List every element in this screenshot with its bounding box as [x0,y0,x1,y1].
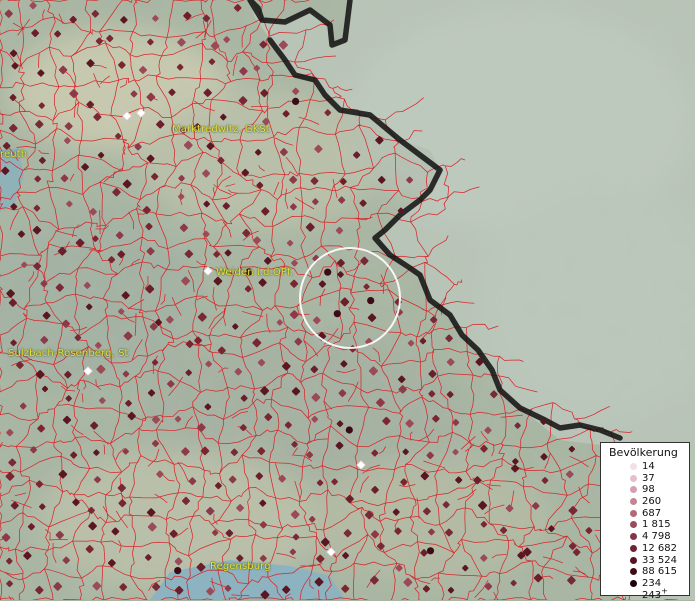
legend-row: 234 243+ [601,578,689,601]
legend-title: Bevölkerung [609,446,678,459]
legend-swatch [630,474,637,482]
town-point[interactable] [333,310,341,318]
legend-label: 12 682 [642,542,677,554]
town-point[interactable] [292,97,300,105]
place-label-regensburg: Regensburg [210,561,271,572]
town-point[interactable] [174,567,182,575]
legend-label: 98 [642,484,655,496]
legend-row: 98 [601,484,689,496]
legend-label: 1 815 [642,519,671,531]
legend-label: 260 [642,496,662,508]
legend-label: 88 615 [642,566,677,578]
town-point[interactable] [324,268,332,276]
legend-swatch [630,521,637,529]
legend-row: 260 [601,496,689,508]
legend-swatch [630,463,637,470]
legend-label: 4 798 [642,531,671,543]
town-point[interactable] [345,426,353,434]
town-point[interactable] [367,297,375,305]
legend-row: 1 815 [601,519,689,531]
place-label-marktredwitz: Marktredwitz, GKSt [172,124,270,135]
legend-row: 33 524 [601,555,689,567]
legend-swatch [630,544,637,552]
place-label-reuth: reuth [0,149,28,160]
legend-swatch [630,498,637,506]
legend-swatch [630,556,637,564]
legend-label: 33 524 [642,554,677,566]
legend-row: 14 [601,461,689,473]
legend-overflow-marker: + [661,586,668,596]
legend-label: 234 243+ [642,578,689,601]
legend-row: 4 798 [601,531,689,543]
legend-row: 687 [601,508,689,520]
legend-swatch [630,533,637,541]
legend-row: 88 615 [601,566,689,578]
population-legend: Bevölkerung 14 37 98 260 687 1 815 4 798… [600,442,690,601]
town-point[interactable] [426,547,435,555]
legend-row: 37 [601,473,689,485]
legend-label: 687 [642,507,662,519]
legend-label-max: 234 243 [642,577,662,601]
legend-swatch [630,509,637,517]
legend-row: 12 682 [601,543,689,555]
legend-swatch [630,579,637,587]
place-label-sulzbach-rosenberg: Sulzbach-Rosenberg, St [8,348,129,359]
legend-swatch [630,486,637,494]
legend-label: 37 [642,472,655,484]
place-label-weiden: Weiden i.d.OPf. [216,267,294,278]
map-canvas[interactable] [0,0,695,600]
legend-swatch [630,568,637,576]
legend-label: 14 [642,461,655,472]
